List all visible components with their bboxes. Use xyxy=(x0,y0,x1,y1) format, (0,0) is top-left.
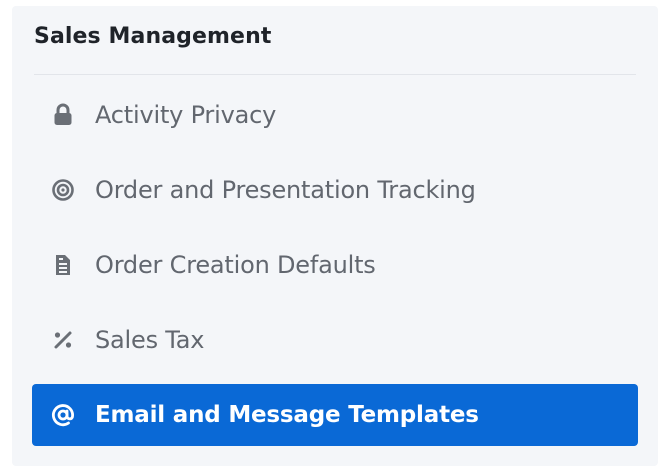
menu-item-email-message-templates[interactable]: Email and Message Templates xyxy=(32,384,638,446)
menu-item-label: Order and Presentation Tracking xyxy=(95,176,476,204)
at-sign-icon xyxy=(51,403,75,427)
menu-item-label: Order Creation Defaults xyxy=(95,251,376,279)
menu-item-sales-tax[interactable]: Sales Tax xyxy=(32,309,638,371)
settings-menu: Activity Privacy Order and Presentation … xyxy=(32,84,638,459)
target-icon xyxy=(51,178,75,202)
lock-icon xyxy=(51,103,75,127)
menu-item-label: Sales Tax xyxy=(95,326,205,354)
percent-icon xyxy=(51,328,75,352)
section-divider xyxy=(34,74,636,75)
settings-sidebar-panel: Sales Management Activity Privacy Order … xyxy=(12,6,658,466)
menu-item-order-presentation-tracking[interactable]: Order and Presentation Tracking xyxy=(32,159,638,221)
menu-item-label: Email and Message Templates xyxy=(95,402,479,428)
document-icon xyxy=(51,253,75,277)
menu-item-activity-privacy[interactable]: Activity Privacy xyxy=(32,84,638,146)
section-title: Sales Management xyxy=(34,24,272,49)
menu-item-label: Activity Privacy xyxy=(95,101,277,129)
menu-item-order-creation-defaults[interactable]: Order Creation Defaults xyxy=(32,234,638,296)
